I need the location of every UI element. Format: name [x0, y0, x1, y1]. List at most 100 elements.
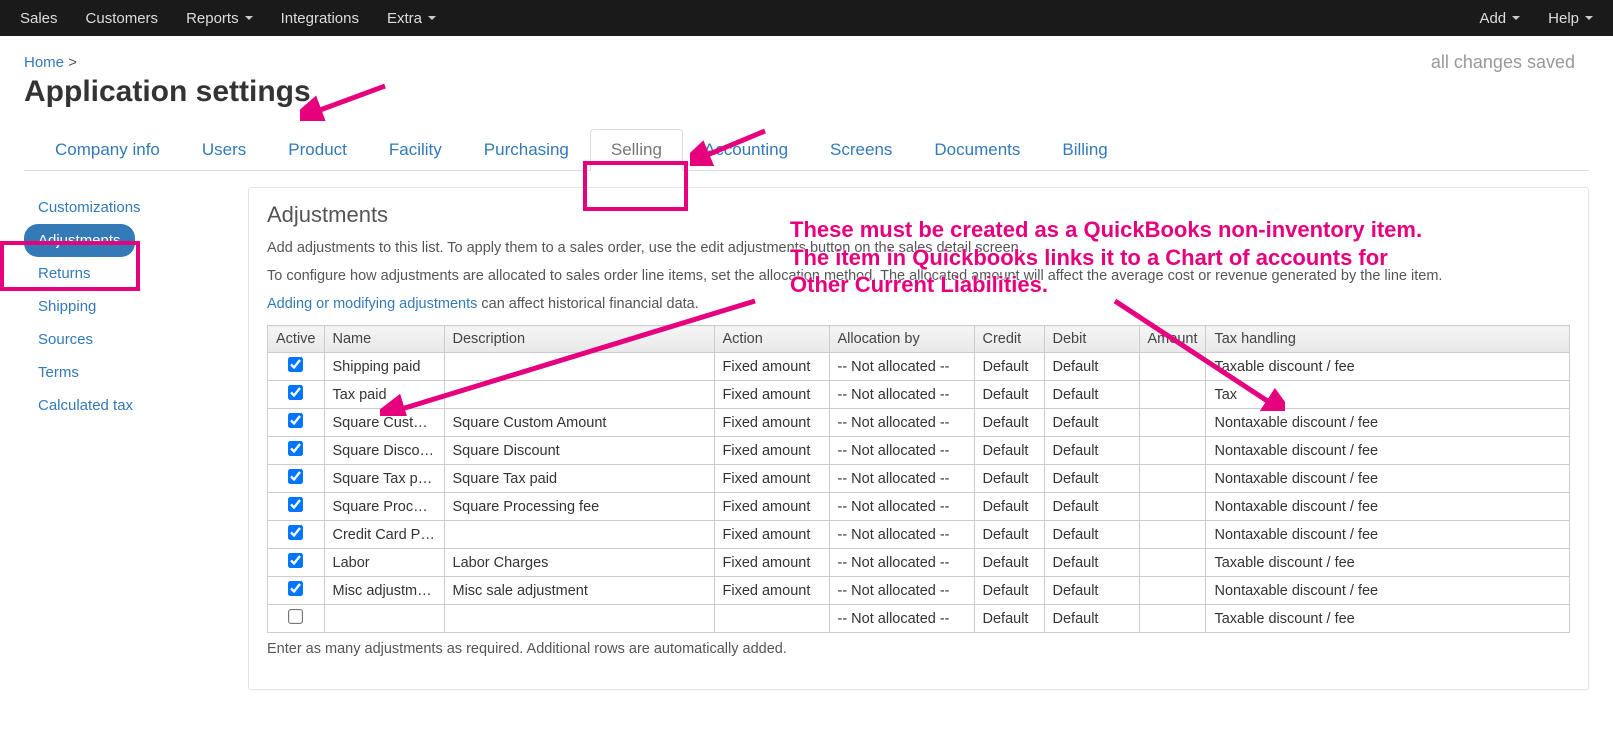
cell-tax[interactable]: Nontaxable discount / fee [1206, 465, 1570, 493]
adjustments-help-link[interactable]: Adding or modifying adjustments [267, 296, 477, 312]
cell-amount[interactable] [1139, 409, 1206, 437]
cell-amount[interactable] [1139, 437, 1206, 465]
cell-desc[interactable]: Misc sale adjustment [444, 577, 714, 605]
nav-integrations[interactable]: Integrations [281, 10, 359, 27]
cell-debit[interactable]: Default [1044, 521, 1139, 549]
cell-action[interactable]: Fixed amount [714, 521, 829, 549]
active-checkbox[interactable] [288, 385, 303, 400]
tab-company-info[interactable]: Company info [34, 129, 181, 171]
sidebar-item-returns[interactable]: Returns [24, 257, 105, 290]
nav-sales[interactable]: Sales [20, 10, 58, 27]
cell-action[interactable]: Fixed amount [714, 353, 829, 381]
cell-credit[interactable]: Default [974, 577, 1044, 605]
cell-name[interactable] [324, 605, 444, 633]
cell-name[interactable]: Square Tax paid [324, 465, 444, 493]
cell-name[interactable]: Square Disco… [324, 437, 444, 465]
col-header-tax-handling[interactable]: Tax handling [1206, 326, 1570, 353]
sidebar-item-sources[interactable]: Sources [24, 323, 107, 356]
cell-tax[interactable]: Tax [1206, 381, 1570, 409]
cell-alloc[interactable]: -- Not allocated -- [829, 605, 974, 633]
cell-amount[interactable] [1139, 465, 1206, 493]
cell-desc[interactable]: Square Tax paid [444, 465, 714, 493]
cell-alloc[interactable]: -- Not allocated -- [829, 493, 974, 521]
table-row[interactable]: Square Proce…Square Processing feeFixed … [268, 493, 1570, 521]
cell-amount[interactable] [1139, 353, 1206, 381]
nav-add[interactable]: Add [1479, 10, 1520, 27]
cell-name[interactable]: Misc adjustment [324, 577, 444, 605]
cell-debit[interactable]: Default [1044, 465, 1139, 493]
cell-action[interactable] [714, 605, 829, 633]
col-header-amount[interactable]: Amount [1139, 326, 1206, 353]
cell-name[interactable]: Credit Card P… [324, 521, 444, 549]
active-checkbox[interactable] [288, 469, 303, 484]
cell-debit[interactable]: Default [1044, 577, 1139, 605]
cell-action[interactable]: Fixed amount [714, 381, 829, 409]
breadcrumb-home[interactable]: Home [24, 54, 64, 71]
cell-tax[interactable]: Nontaxable discount / fee [1206, 521, 1570, 549]
cell-tax[interactable]: Taxable discount / fee [1206, 549, 1570, 577]
tab-users[interactable]: Users [181, 129, 267, 171]
active-checkbox[interactable] [288, 441, 303, 456]
cell-name[interactable]: Square Custo… [324, 409, 444, 437]
cell-amount[interactable] [1139, 577, 1206, 605]
active-checkbox[interactable] [288, 581, 303, 596]
table-row[interactable]: LaborLabor ChargesFixed amount-- Not all… [268, 549, 1570, 577]
tab-purchasing[interactable]: Purchasing [463, 129, 590, 171]
cell-desc[interactable] [444, 381, 714, 409]
cell-name[interactable]: Labor [324, 549, 444, 577]
sidebar-item-customizations[interactable]: Customizations [24, 191, 155, 224]
active-checkbox[interactable] [288, 497, 303, 512]
cell-name[interactable]: Square Proce… [324, 493, 444, 521]
table-row[interactable]: Tax paidFixed amount-- Not allocated --D… [268, 381, 1570, 409]
col-header-allocation-by[interactable]: Allocation by [829, 326, 974, 353]
sidebar-item-terms[interactable]: Terms [24, 356, 93, 389]
tab-screens[interactable]: Screens [809, 129, 913, 171]
cell-amount[interactable] [1139, 493, 1206, 521]
cell-amount[interactable] [1139, 381, 1206, 409]
cell-debit[interactable]: Default [1044, 409, 1139, 437]
cell-credit[interactable]: Default [974, 437, 1044, 465]
cell-name[interactable]: Tax paid [324, 381, 444, 409]
cell-action[interactable]: Fixed amount [714, 549, 829, 577]
cell-debit[interactable]: Default [1044, 437, 1139, 465]
cell-credit[interactable]: Default [974, 353, 1044, 381]
cell-desc[interactable] [444, 521, 714, 549]
active-checkbox[interactable] [288, 413, 303, 428]
cell-tax[interactable]: Nontaxable discount / fee [1206, 493, 1570, 521]
sidebar-item-shipping[interactable]: Shipping [24, 290, 110, 323]
tab-billing[interactable]: Billing [1041, 129, 1128, 171]
table-row[interactable]: Credit Card P… Fixed amount-- Not allocat… [268, 521, 1570, 549]
cell-desc[interactable]: Labor Charges [444, 549, 714, 577]
table-row[interactable]: -- Not allocated --DefaultDefaultTaxable… [268, 605, 1570, 633]
tab-product[interactable]: Product [267, 129, 368, 171]
col-header-action[interactable]: Action [714, 326, 829, 353]
col-header-name[interactable]: Name [324, 326, 444, 353]
cell-tax[interactable]: Taxable discount / fee [1206, 353, 1570, 381]
nav-customers[interactable]: Customers [86, 10, 159, 27]
cell-alloc[interactable]: -- Not allocated -- [829, 381, 974, 409]
tab-selling[interactable]: Selling [590, 129, 683, 171]
cell-action[interactable]: Fixed amount [714, 465, 829, 493]
cell-alloc[interactable]: -- Not allocated -- [829, 521, 974, 549]
col-header-active[interactable]: Active [268, 326, 325, 353]
cell-action[interactable]: Fixed amount [714, 409, 829, 437]
active-checkbox[interactable] [288, 357, 303, 372]
cell-desc[interactable] [444, 353, 714, 381]
cell-action[interactable]: Fixed amount [714, 493, 829, 521]
cell-credit[interactable]: Default [974, 605, 1044, 633]
active-checkbox[interactable] [288, 525, 303, 540]
nav-help[interactable]: Help [1548, 10, 1593, 27]
cell-tax[interactable]: Nontaxable discount / fee [1206, 437, 1570, 465]
cell-amount[interactable] [1139, 521, 1206, 549]
active-checkbox[interactable] [288, 553, 303, 568]
cell-action[interactable]: Fixed amount [714, 437, 829, 465]
table-row[interactable]: Square Custo…Square Custom AmountFixed a… [268, 409, 1570, 437]
cell-amount[interactable] [1139, 605, 1206, 633]
cell-alloc[interactable]: -- Not allocated -- [829, 549, 974, 577]
col-header-debit[interactable]: Debit [1044, 326, 1139, 353]
cell-desc[interactable]: Square Processing fee [444, 493, 714, 521]
cell-action[interactable]: Fixed amount [714, 577, 829, 605]
cell-alloc[interactable]: -- Not allocated -- [829, 437, 974, 465]
cell-alloc[interactable]: -- Not allocated -- [829, 353, 974, 381]
col-header-description[interactable]: Description [444, 326, 714, 353]
